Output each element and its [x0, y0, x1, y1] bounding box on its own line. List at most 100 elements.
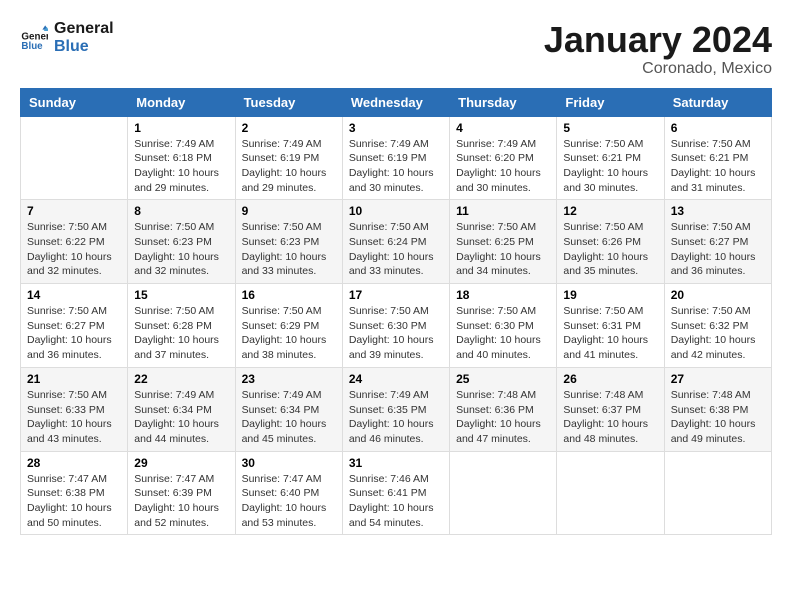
day-number: 21 — [27, 372, 121, 386]
day-info: Sunrise: 7:49 AMSunset: 6:35 PMDaylight:… — [349, 388, 443, 447]
day-info: Sunrise: 7:48 AMSunset: 6:38 PMDaylight:… — [671, 388, 765, 447]
calendar-cell: 27 Sunrise: 7:48 AMSunset: 6:38 PMDayligh… — [664, 367, 771, 451]
day-info: Sunrise: 7:50 AMSunset: 6:29 PMDaylight:… — [242, 304, 336, 363]
day-number: 2 — [242, 121, 336, 135]
calendar-cell: 1 Sunrise: 7:49 AMSunset: 6:18 PMDaylight… — [128, 116, 235, 200]
day-info: Sunrise: 7:48 AMSunset: 6:37 PMDaylight:… — [563, 388, 657, 447]
day-info: Sunrise: 7:50 AMSunset: 6:28 PMDaylight:… — [134, 304, 228, 363]
header-wednesday: Wednesday — [342, 88, 449, 116]
day-info: Sunrise: 7:49 AMSunset: 6:34 PMDaylight:… — [242, 388, 336, 447]
calendar-table: SundayMondayTuesdayWednesdayThursdayFrid… — [20, 88, 772, 536]
day-number: 31 — [349, 456, 443, 470]
day-info: Sunrise: 7:49 AMSunset: 6:19 PMDaylight:… — [349, 137, 443, 196]
day-number: 14 — [27, 288, 121, 302]
calendar-cell: 2Sunrise: 7:49 AMSunset: 6:19 PMDaylight… — [235, 116, 342, 200]
header-tuesday: Tuesday — [235, 88, 342, 116]
calendar-cell: 24 Sunrise: 7:49 AMSunset: 6:35 PMDayligh… — [342, 367, 449, 451]
calendar-cell: 9 Sunrise: 7:50 AMSunset: 6:23 PMDaylight… — [235, 200, 342, 284]
calendar-cell: 29 Sunrise: 7:47 AMSunset: 6:39 PMDayligh… — [128, 451, 235, 535]
calendar-cell: 30 Sunrise: 7:47 AMSunset: 6:40 PMDayligh… — [235, 451, 342, 535]
day-info: Sunrise: 7:50 AMSunset: 6:21 PMDaylight:… — [671, 137, 765, 196]
day-info: Sunrise: 7:50 AMSunset: 6:26 PMDaylight:… — [563, 220, 657, 279]
calendar-cell — [450, 451, 557, 535]
calendar-cell: 23Sunrise: 7:49 AMSunset: 6:34 PMDayligh… — [235, 367, 342, 451]
day-number: 24 — [349, 372, 443, 386]
calendar-cell: 3 Sunrise: 7:49 AMSunset: 6:19 PMDaylight… — [342, 116, 449, 200]
calendar-cell: 22Sunrise: 7:49 AMSunset: 6:34 PMDayligh… — [128, 367, 235, 451]
day-number: 13 — [671, 204, 765, 218]
calendar-cell: 5 Sunrise: 7:50 AMSunset: 6:21 PMDaylight… — [557, 116, 664, 200]
week-row-5: 28 Sunrise: 7:47 AMSunset: 6:38 PMDayligh… — [21, 451, 772, 535]
logo: General Blue General Blue — [20, 20, 114, 55]
calendar-subtitle: Coronado, Mexico — [544, 60, 772, 78]
day-info: Sunrise: 7:50 AMSunset: 6:27 PMDaylight:… — [671, 220, 765, 279]
calendar-cell: 15 Sunrise: 7:50 AMSunset: 6:28 PMDayligh… — [128, 284, 235, 368]
calendar-cell — [557, 451, 664, 535]
title-block: January 2024 Coronado, Mexico — [544, 20, 772, 78]
day-info: Sunrise: 7:50 AMSunset: 6:31 PMDaylight:… — [563, 304, 657, 363]
day-number: 27 — [671, 372, 765, 386]
day-info: Sunrise: 7:50 AMSunset: 6:24 PMDaylight:… — [349, 220, 443, 279]
calendar-cell: 26 Sunrise: 7:48 AMSunset: 6:37 PMDayligh… — [557, 367, 664, 451]
day-info: Sunrise: 7:50 AMSunset: 6:32 PMDaylight:… — [671, 304, 765, 363]
day-info: Sunrise: 7:47 AMSunset: 6:38 PMDaylight:… — [27, 472, 121, 531]
day-number: 15 — [134, 288, 228, 302]
day-number: 25 — [456, 372, 550, 386]
calendar-cell: 11 Sunrise: 7:50 AMSunset: 6:25 PMDayligh… — [450, 200, 557, 284]
day-info: Sunrise: 7:47 AMSunset: 6:39 PMDaylight:… — [134, 472, 228, 531]
day-number: 29 — [134, 456, 228, 470]
day-info: Sunrise: 7:50 AMSunset: 6:27 PMDaylight:… — [27, 304, 121, 363]
svg-text:Blue: Blue — [21, 41, 43, 52]
logo-line1: General — [54, 20, 114, 38]
day-number: 19 — [563, 288, 657, 302]
day-number: 12 — [563, 204, 657, 218]
day-number: 16 — [242, 288, 336, 302]
day-info: Sunrise: 7:49 AMSunset: 6:20 PMDaylight:… — [456, 137, 550, 196]
day-info: Sunrise: 7:50 AMSunset: 6:23 PMDaylight:… — [242, 220, 336, 279]
calendar-cell: 18 Sunrise: 7:50 AMSunset: 6:30 PMDayligh… — [450, 284, 557, 368]
day-number: 17 — [349, 288, 443, 302]
header-monday: Monday — [128, 88, 235, 116]
header-sunday: Sunday — [21, 88, 128, 116]
day-number: 11 — [456, 204, 550, 218]
calendar-cell — [664, 451, 771, 535]
day-number: 18 — [456, 288, 550, 302]
calendar-title: January 2024 — [544, 20, 772, 60]
calendar-cell: 12 Sunrise: 7:50 AMSunset: 6:26 PMDayligh… — [557, 200, 664, 284]
day-number: 10 — [349, 204, 443, 218]
day-info: Sunrise: 7:50 AMSunset: 6:21 PMDaylight:… — [563, 137, 657, 196]
calendar-cell: 6 Sunrise: 7:50 AMSunset: 6:21 PMDaylight… — [664, 116, 771, 200]
calendar-cell: 16 Sunrise: 7:50 AMSunset: 6:29 PMDayligh… — [235, 284, 342, 368]
day-info: Sunrise: 7:50 AMSunset: 6:33 PMDaylight:… — [27, 388, 121, 447]
day-number: 3 — [349, 121, 443, 135]
calendar-cell: 7Sunrise: 7:50 AMSunset: 6:22 PMDaylight… — [21, 200, 128, 284]
day-info: Sunrise: 7:48 AMSunset: 6:36 PMDaylight:… — [456, 388, 550, 447]
calendar-cell: 20 Sunrise: 7:50 AMSunset: 6:32 PMDayligh… — [664, 284, 771, 368]
day-number: 20 — [671, 288, 765, 302]
week-row-2: 7Sunrise: 7:50 AMSunset: 6:22 PMDaylight… — [21, 200, 772, 284]
day-number: 28 — [27, 456, 121, 470]
day-info: Sunrise: 7:50 AMSunset: 6:25 PMDaylight:… — [456, 220, 550, 279]
day-info: Sunrise: 7:50 AMSunset: 6:30 PMDaylight:… — [456, 304, 550, 363]
header-friday: Friday — [557, 88, 664, 116]
day-number: 30 — [242, 456, 336, 470]
calendar-cell: 10 Sunrise: 7:50 AMSunset: 6:24 PMDayligh… — [342, 200, 449, 284]
calendar-cell — [21, 116, 128, 200]
header-saturday: Saturday — [664, 88, 771, 116]
calendar-cell: 14 Sunrise: 7:50 AMSunset: 6:27 PMDayligh… — [21, 284, 128, 368]
day-info: Sunrise: 7:49 AMSunset: 6:18 PMDaylight:… — [134, 137, 228, 196]
header-row: SundayMondayTuesdayWednesdayThursdayFrid… — [21, 88, 772, 116]
day-number: 1 — [134, 121, 228, 135]
week-row-4: 21 Sunrise: 7:50 AMSunset: 6:33 PMDayligh… — [21, 367, 772, 451]
day-info: Sunrise: 7:47 AMSunset: 6:40 PMDaylight:… — [242, 472, 336, 531]
logo-icon: General Blue — [20, 24, 48, 52]
day-info: Sunrise: 7:50 AMSunset: 6:30 PMDaylight:… — [349, 304, 443, 363]
day-info: Sunrise: 7:46 AMSunset: 6:41 PMDaylight:… — [349, 472, 443, 531]
day-number: 6 — [671, 121, 765, 135]
header-thursday: Thursday — [450, 88, 557, 116]
day-number: 26 — [563, 372, 657, 386]
day-number: 22 — [134, 372, 228, 386]
calendar-cell: 4Sunrise: 7:49 AMSunset: 6:20 PMDaylight… — [450, 116, 557, 200]
day-number: 9 — [242, 204, 336, 218]
day-number: 5 — [563, 121, 657, 135]
